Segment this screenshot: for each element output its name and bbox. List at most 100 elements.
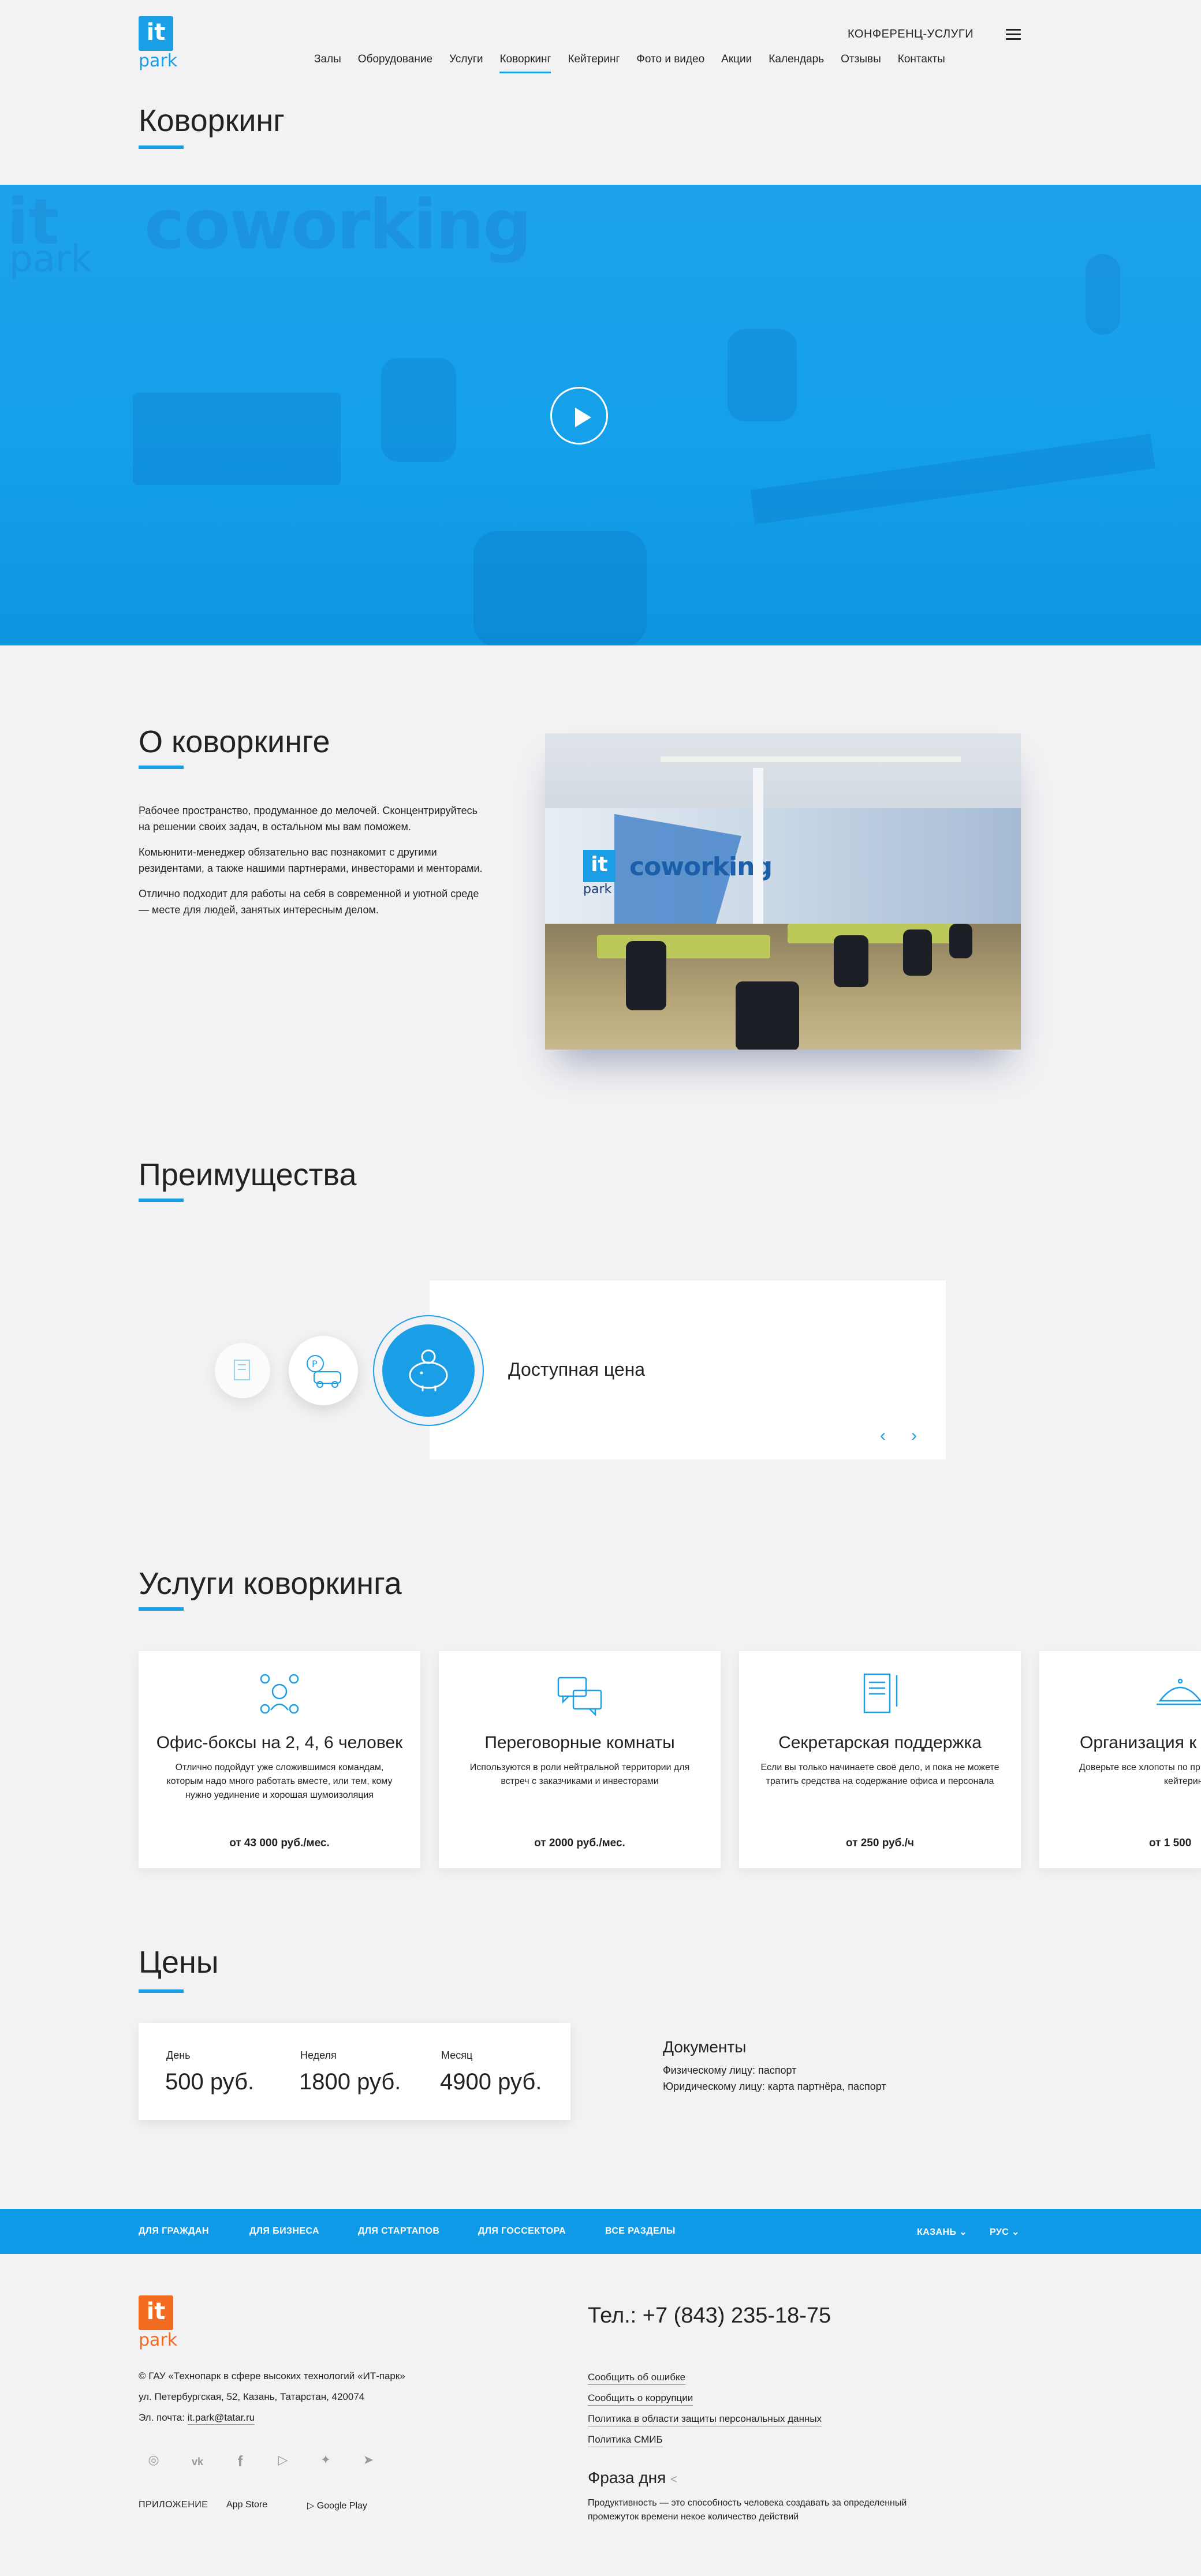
advantage-title: Доступная цена [508,1359,646,1380]
documents-line: Юридическому лицу: карта партнёра, паспо… [663,2081,886,2092]
ceiling-light [661,756,961,762]
it-park-logo[interactable]: it park [139,16,178,71]
service-price: от 2000 руб./мес. [534,1837,625,1849]
price-label-week: Неделя [300,2049,337,2061]
footer-link-all[interactable]: ВСЕ РАЗДЕЛЫ [605,2226,676,2237]
nav-item-contacts[interactable]: Контакты [898,53,945,73]
nav-item-catering[interactable]: Кейтеринг [568,53,620,73]
documents-icon[interactable] [215,1343,270,1398]
svg-text:P: P [312,1358,318,1369]
chevron-down-icon: ⌄ [1012,2227,1020,2237]
photo-coworking-sign: coworking [629,852,773,882]
app-store-link[interactable]: App Store [226,2500,267,2510]
app-store-label: App Store [226,2500,268,2510]
footer-link-business[interactable]: ДЛЯ БИЗНЕСА [249,2226,319,2237]
language-select-label: РУС [990,2227,1009,2237]
photo-chair [834,935,868,987]
hero-chair-shape [473,531,647,645]
footer-link-gov[interactable]: ДЛЯ ГОССЕКТОРА [478,2226,566,2237]
services-title: Услуги коворкинга [139,1566,402,1601]
play-icon[interactable] [550,387,608,445]
service-card[interactable]: Офис-боксы на 2, 4, 6 человек Отлично по… [139,1651,420,1868]
service-title: Секретарская поддержка [778,1733,982,1752]
nav-item-promos[interactable]: Акции [721,53,752,73]
hero-chair-shape [728,329,797,421]
nav-item-services[interactable]: Услуги [449,53,483,73]
youtube-icon[interactable]: ▷ [274,2452,292,2471]
phrase-title: Фраза дня [588,2469,666,2487]
report-corruption-link[interactable]: Сообщить о коррупции [588,2392,693,2406]
vk-icon[interactable]: vk [188,2452,207,2471]
footer-nav-bar: ДЛЯ ГРАЖДАН ДЛЯ БИЗНЕСА ДЛЯ СТАРТАПОВ ДЛ… [0,2209,1201,2254]
menu-icon[interactable] [1006,29,1021,43]
footer-phone[interactable]: Тел.: +7 (843) 235-18-75 [588,2304,831,2328]
footer-address: ул. Петербургская, 52, Казань, Татарстан… [139,2391,365,2402]
footer-org: © ГАУ «Технопарк в сфере высоких техноло… [139,2370,405,2381]
title-underline [139,145,184,149]
service-title: Организация к [1080,1733,1197,1752]
footer-link-citizens[interactable]: ДЛЯ ГРАЖДАН [139,2226,209,2237]
advantages-title: Преимущества [139,1158,357,1192]
instagram-icon[interactable]: ◎ [144,2452,163,2471]
coworking-photo: it park coworking [545,733,1021,1050]
smib-policy-link[interactable]: Политика СМИБ [588,2434,663,2447]
chat-icon [557,1677,602,1717]
google-play-label: Google Play [316,2501,367,2511]
team-icon [260,1674,299,1714]
service-title: Переговорные комнаты [484,1733,675,1752]
phrase-text: Продуктивность — это способность человек… [588,2498,907,2522]
hero-plant-shape [1086,254,1120,335]
advantage-card [430,1280,946,1459]
nav-item-photo-video[interactable]: Фото и видео [636,53,704,73]
app-label: ПРИЛОЖЕНИЕ [139,2500,208,2510]
footer-link-startups[interactable]: ДЛЯ СТАРТАПОВ [358,2226,439,2237]
service-price: от 43 000 руб./мес. [229,1837,330,1849]
photo-desk [788,924,961,943]
nav-item-equipment[interactable]: Оборудование [358,53,432,73]
nav-item-coworking[interactable]: Коворкинг [499,53,551,73]
photo-pillar [753,768,763,935]
parking-icon[interactable]: P [289,1336,358,1405]
piggy-bank-icon-svg [409,1349,448,1391]
report-error-link[interactable]: Сообщить об ошибке [588,2372,686,2385]
privacy-policy-link[interactable]: Политика в области защиты персональных д… [588,2413,822,2426]
title-underline [139,766,184,769]
city-select[interactable]: КАЗАНЬ ⌄ [917,2226,967,2238]
nav-item-calendar[interactable]: Календарь [769,53,824,73]
footer-email-link[interactable]: it.park@tatar.ru [187,2412,255,2425]
service-price: от 1 500 [1149,1837,1192,1849]
google-play-icon: ▷ [307,2501,315,2511]
twitter-icon[interactable]: ✦ [316,2452,335,2471]
photo-logo-mark: it [583,850,616,882]
chevron-right-icon[interactable]: › [911,1426,917,1446]
facebook-icon[interactable]: f [231,2452,249,2471]
documents-icon-svg [234,1360,250,1380]
photo-chair [903,929,932,976]
conference-services-link[interactable]: КОНФЕРЕНЦ-УСЛУГИ [848,28,974,41]
nav-item-reviews[interactable]: Отзывы [841,53,881,73]
photo-chair [736,981,799,1050]
nav-item-halls[interactable]: Залы [314,53,341,73]
service-price: от 250 руб./ч [846,1837,914,1849]
title-underline [139,1607,184,1611]
service-card[interactable]: Переговорные комнаты Используются в роли… [439,1651,721,1868]
chevron-left-icon[interactable]: ‹ [880,1426,886,1446]
logo-text: park [139,51,178,71]
city-select-label: КАЗАНЬ [917,2227,957,2237]
parking-icon-svg: P [307,1355,341,1388]
service-card[interactable]: Секретарская поддержка Если вы только на… [739,1651,1021,1868]
service-card[interactable]: Организация к Доверьте все хлопоты по пр… [1039,1651,1201,1868]
price-value-week: 1800 руб. [299,2069,401,2095]
google-play-link[interactable]: ▷ Google Play [307,2500,367,2511]
piggy-bank-icon[interactable] [382,1324,475,1417]
telegram-icon[interactable]: ➤ [359,2452,378,2471]
footer-email-label: Эл. почта: [139,2412,185,2423]
footer-it-park-logo[interactable]: it park [139,2295,178,2350]
footer-logo-text: park [139,2330,178,2350]
price-value-day: 500 руб. [165,2069,255,2095]
share-icon[interactable]: < [670,2473,677,2486]
phrase-title-row: Фраза дня < [588,2469,677,2487]
photo-desk [597,935,770,958]
language-select[interactable]: РУС ⌄ [990,2226,1020,2238]
hero-video[interactable]: it park coworking [0,185,1201,645]
